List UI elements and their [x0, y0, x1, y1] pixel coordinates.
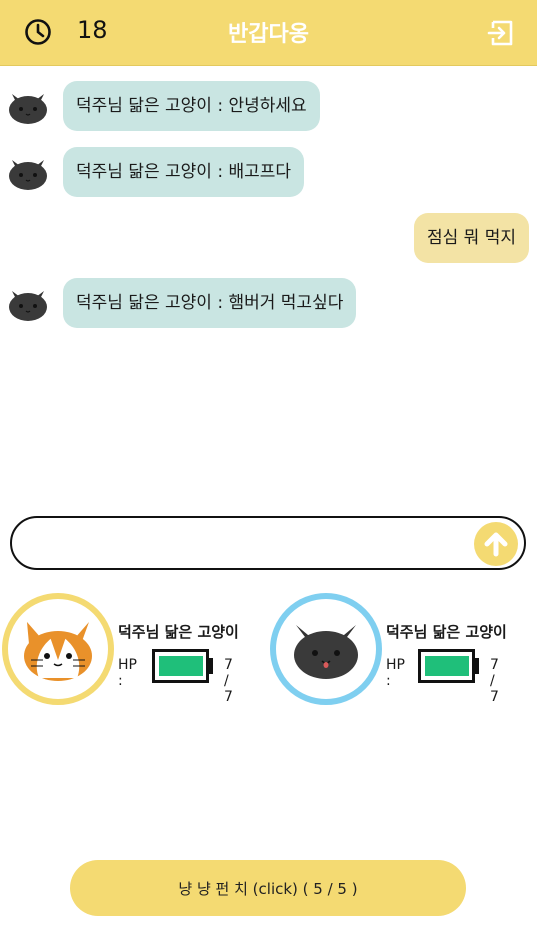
chat-message: 덕주님 닮은 고양이 : 안녕하세요: [6, 81, 320, 131]
chat-message: 덕주님 닮은 고양이 : 배고프다: [6, 147, 305, 197]
player-avatar-ring: [270, 593, 382, 705]
black-cat-icon: [9, 160, 47, 190]
app-header: 18 반갑다옹: [0, 0, 537, 66]
player-name: 덕주님 닮은 고양이: [118, 623, 239, 641]
hp-value: 7 / 7: [490, 657, 499, 705]
hp-value: 7 / 7: [224, 657, 233, 705]
black-cat-icon: [294, 625, 358, 679]
chat-input-container: [10, 516, 526, 570]
player-avatar-ring: [2, 593, 114, 705]
cat-punch-button[interactable]: 냥 냥 펀 치 (click) ( 5 / 5 ): [70, 860, 466, 916]
orange-cat-icon: [24, 622, 92, 681]
black-cat-icon: [9, 94, 47, 124]
battery-hp-icon: [418, 649, 479, 683]
send-button[interactable]: [474, 522, 518, 566]
battery-hp-icon: [152, 649, 213, 683]
hp-label: HP :: [386, 657, 405, 689]
chat-message: 점심 뭐 먹지: [413, 213, 529, 263]
message-bubble: 덕주님 닮은 고양이 : 배고프다: [63, 147, 305, 197]
chat-log: 덕주님 닮은 고양이 : 안녕하세요 덕주님 닮은 고양이 : 배고프다 점심 …: [0, 66, 537, 506]
page-title: 반갑다옹: [228, 22, 309, 47]
player-name: 덕주님 닮은 고양이: [386, 623, 507, 641]
black-cat-icon: [9, 291, 47, 321]
message-bubble: 덕주님 닮은 고양이 : 햄버거 먹고싶다: [63, 278, 357, 328]
hp-label: HP :: [118, 657, 137, 689]
chat-input[interactable]: [30, 528, 460, 558]
arrow-up-icon: [484, 532, 508, 557]
message-bubble: 점심 뭐 먹지: [413, 213, 529, 263]
chat-message: 덕주님 닮은 고양이 : 햄버거 먹고싶다: [6, 278, 357, 328]
message-bubble: 덕주님 닮은 고양이 : 안녕하세요: [63, 81, 320, 131]
exit-icon[interactable]: [487, 18, 517, 48]
